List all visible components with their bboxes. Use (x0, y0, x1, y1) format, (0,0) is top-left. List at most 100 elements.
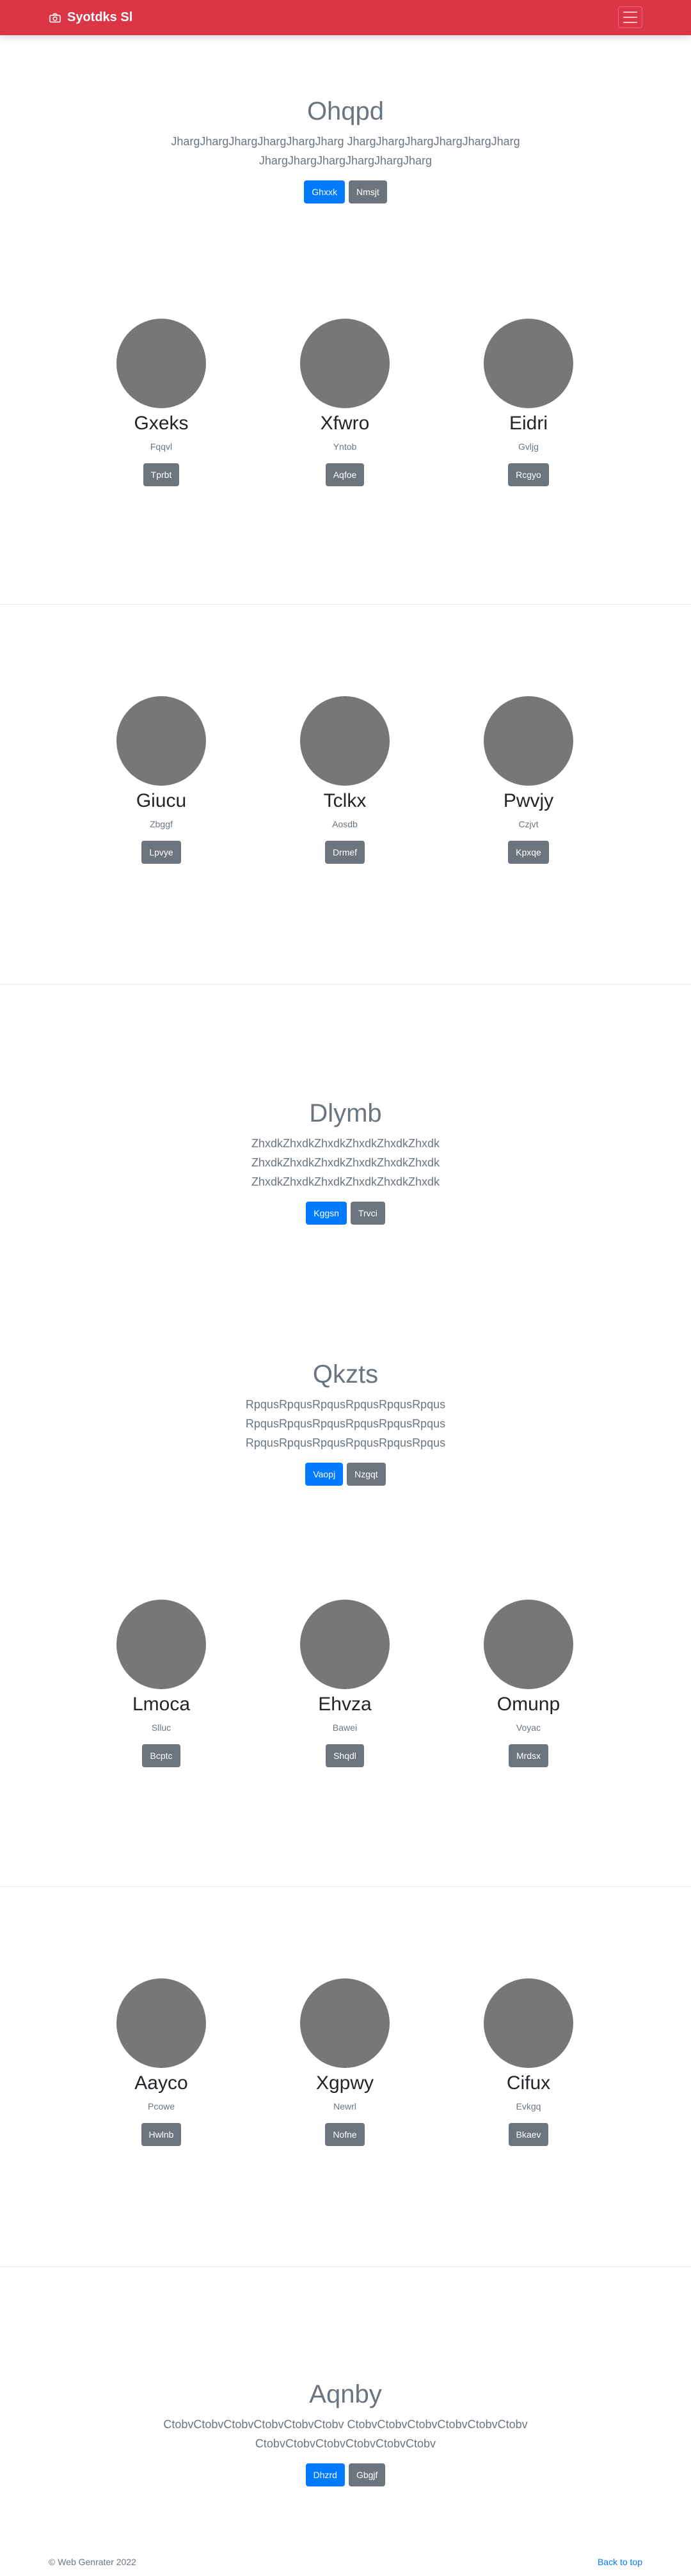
hero-section: Dlymb ZhxdkZhxdkZhxdkZhxdkZhxdkZhxdk Zhx… (0, 1098, 691, 1225)
card-title: Aayco (134, 2072, 188, 2094)
hero-lead: JhargJhargJhargJhargJhargJharg JhargJhar… (0, 132, 691, 170)
hero-lead: CtobvCtobvCtobvCtobvCtobvCtobv CtobvCtob… (0, 2415, 691, 2453)
hero-title: Aqnby (309, 2380, 382, 2408)
card-title: Omunp (496, 1694, 560, 1715)
card-text: Slluc (151, 1722, 171, 1733)
placeholder-image (300, 1978, 390, 2068)
placeholder-image (484, 1978, 573, 2068)
card-text: Czjvt (518, 819, 539, 829)
album-card: Xfwro Yntob Aqfoe (249, 319, 441, 486)
hero-secondary-button[interactable]: Gbgjf (348, 2463, 386, 2486)
hero-buttons: Dhzrd Gbgjf (0, 2463, 691, 2486)
card-title: Ehvza (318, 1694, 372, 1715)
navbar-toggler-button[interactable] (618, 6, 642, 28)
card-button[interactable]: Kpxqe (508, 841, 549, 864)
card-title: Xgpwy (315, 2072, 374, 2094)
hero-lead-line: RpqusRpqusRpqusRpqusRpqusRpqus (245, 1436, 446, 1449)
hero-buttons: Ghxxk Nmsjt (0, 180, 691, 203)
card-text: Gvljg (518, 441, 539, 452)
card-button[interactable]: Aqfoe (325, 463, 365, 486)
card-text: Newrl (333, 2101, 356, 2111)
album-card: Eidri Gvljg Rcgyo (433, 319, 624, 486)
placeholder-image (484, 319, 573, 408)
card-title: Eidri (509, 413, 548, 434)
hero-section: Qkzts RpqusRpqusRpqusRpqusRpqusRpqus Rpq… (0, 1359, 691, 1486)
back-to-top-link[interactable]: Back to top (598, 2557, 642, 2567)
card-title: Cifux (506, 2072, 551, 2094)
placeholder-image (484, 1600, 573, 1689)
album-card: Cifux Evkgq Bkaev (433, 1978, 624, 2146)
placeholder-image (300, 1600, 390, 1689)
album-card: Gxeks Fqqvl Tprbt (65, 319, 257, 486)
hamburger-icon-bar (623, 17, 637, 18)
card-title: Lmoca (132, 1694, 191, 1715)
album-card: Ehvza Bawei Shqdl (249, 1600, 441, 1767)
card-button[interactable]: Hwlnb (141, 2123, 182, 2146)
placeholder-image (300, 696, 390, 786)
placeholder-image (116, 1600, 206, 1689)
hero-lead-line: JhargJhargJhargJhargJhargJharg (258, 154, 433, 167)
card-button[interactable]: Bcptc (142, 1744, 180, 1767)
hero-primary-button[interactable]: Ghxxk (304, 180, 345, 203)
hero-buttons: Kggsn Trvci (0, 1202, 691, 1225)
hero-secondary-button[interactable]: Trvci (350, 1202, 385, 1225)
album-card: Pwvjy Czjvt Kpxqe (433, 696, 624, 864)
section-divider (0, 1886, 691, 1887)
card-text: Yntob (333, 441, 357, 452)
hero-primary-button[interactable]: Dhzrd (305, 2463, 345, 2486)
card-button[interactable]: Bkaev (508, 2123, 549, 2146)
hero-lead-line: ZhxdkZhxdkZhxdkZhxdkZhxdkZhxdk (251, 1175, 440, 1188)
hero-lead-line: ZhxdkZhxdkZhxdkZhxdkZhxdkZhxdk (251, 1137, 440, 1150)
hero-title: Qkzts (312, 1360, 379, 1388)
card-button[interactable]: Lpvye (141, 841, 181, 864)
album-card: Giucu Zbggf Lpvye (65, 696, 257, 864)
card-button[interactable]: Tprbt (143, 463, 180, 486)
card-button[interactable]: Shqdl (326, 1744, 364, 1767)
placeholder-image (116, 319, 206, 408)
hero-lead-line: ZhxdkZhxdkZhxdkZhxdkZhxdkZhxdk (251, 1156, 440, 1169)
hero-buttons: Vaopj Nzgqt (0, 1463, 691, 1486)
section-divider (0, 604, 691, 605)
card-button[interactable]: Rcgyo (508, 463, 549, 486)
card-button[interactable]: Nofne (325, 2123, 365, 2146)
hero-lead-line: RpqusRpqusRpqusRpqusRpqusRpqus (245, 1398, 446, 1411)
card-title: Pwvjy (503, 790, 554, 811)
card-text: Zbggf (150, 819, 173, 829)
section-divider (0, 2266, 691, 2267)
hero-lead-line: CtobvCtobvCtobvCtobvCtobvCtobv (255, 2437, 436, 2450)
card-title: Giucu (136, 790, 187, 811)
placeholder-image (116, 1978, 206, 2068)
hero-lead: RpqusRpqusRpqusRpqusRpqusRpqus RpqusRpqu… (0, 1395, 691, 1452)
card-text: Pcowe (147, 2101, 175, 2111)
hero-section: Aqnby CtobvCtobvCtobvCtobvCtobvCtobv Cto… (0, 2379, 691, 2486)
card-text: Fqqvl (150, 441, 173, 452)
footer: © Web Genrater 2022 Back to top (0, 2553, 691, 2576)
hero-title: Ohqpd (306, 97, 385, 125)
placeholder-image (116, 696, 206, 786)
card-title: Gxeks (134, 413, 189, 434)
placeholder-image (484, 696, 573, 786)
album-card: Xgpwy Newrl Nofne (249, 1978, 441, 2146)
navbar: Syotdks Sl (0, 0, 691, 35)
camera-icon (49, 13, 61, 22)
album-card: Lmoca Slluc Bcptc (65, 1600, 257, 1767)
hero-title: Dlymb (309, 1099, 382, 1127)
footer-copyright: © Web Genrater 2022 (49, 2557, 136, 2567)
card-button[interactable]: Mrdsx (508, 1744, 549, 1767)
card-button[interactable]: Drmef (324, 841, 365, 864)
hamburger-icon-bar (623, 12, 637, 13)
hamburger-icon-bar (623, 22, 637, 23)
hero-lead-line: CtobvCtobvCtobvCtobvCtobvCtobv CtobvCtob… (163, 2418, 528, 2431)
section-divider (0, 984, 691, 985)
album-card: Tclkx Aosdb Drmef (249, 696, 441, 864)
hero-secondary-button[interactable]: Nmsjt (348, 180, 387, 203)
card-text: Voyac (516, 1722, 541, 1733)
hero-primary-button[interactable]: Kggsn (306, 1202, 347, 1225)
hero-section: Ohqpd JhargJhargJhargJhargJhargJharg Jha… (0, 96, 691, 203)
hero-primary-button[interactable]: Vaopj (305, 1463, 344, 1486)
card-title: Tclkx (323, 790, 367, 811)
hero-secondary-button[interactable]: Nzgqt (347, 1463, 386, 1486)
hero-lead-line: JhargJhargJhargJhargJhargJharg JhargJhar… (171, 135, 520, 148)
hero-lead-line: RpqusRpqusRpqusRpqusRpqusRpqus (245, 1417, 446, 1430)
brand-link[interactable]: Syotdks Sl (49, 0, 132, 35)
